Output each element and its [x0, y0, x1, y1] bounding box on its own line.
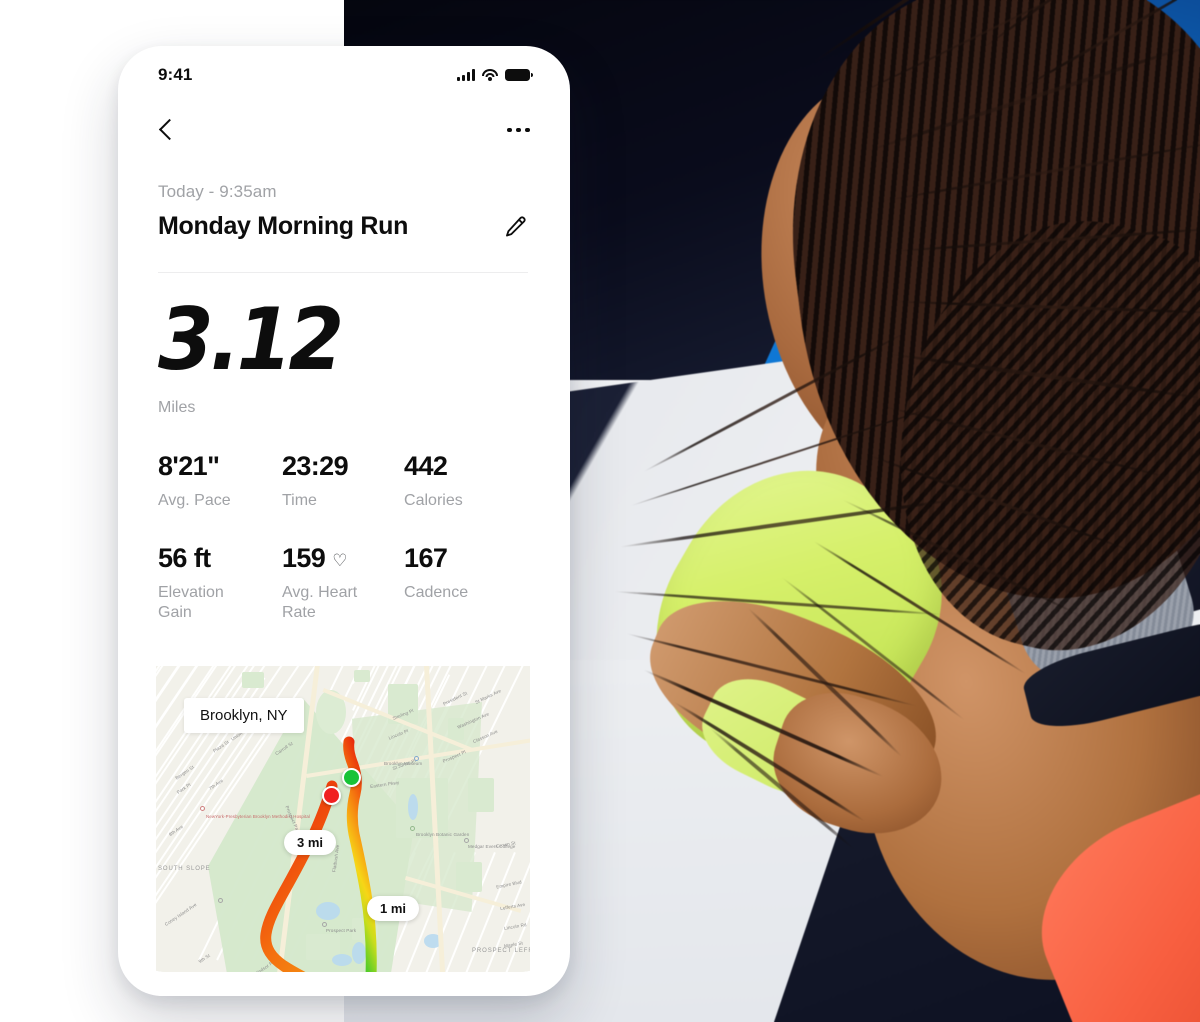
activity-header: Today - 9:35am Monday Morning Run: [128, 182, 558, 241]
activity-title-row: Monday Morning Run: [158, 212, 528, 241]
status-bar-time: 9:41: [158, 65, 192, 85]
distance-pill-3mi: 3 mi: [284, 830, 336, 855]
stat-label: Elevation Gain: [158, 583, 262, 622]
battery-icon: [505, 69, 530, 82]
primary-stat: 3.12 Miles: [128, 299, 558, 417]
stat-calories: 442 Calories: [404, 451, 528, 511]
location-badge: Brooklyn, NY: [184, 698, 304, 733]
stats-row: 8'21" Avg. Pace 23:29 Time 442 Calories: [158, 451, 528, 511]
activity-detail-content: Today - 9:35am Monday Morning Run 3.12 M…: [128, 156, 558, 622]
stat-elevation-gain: 56 ft Elevation Gain: [158, 543, 282, 622]
stat-avg-pace: 8'21" Avg. Pace: [158, 451, 282, 511]
nav-bar: [128, 110, 558, 150]
activity-date: Today - 9:35am: [158, 182, 528, 202]
wifi-icon: [482, 69, 498, 81]
screenshot-root: 9:41 Today - 9:35am Monday Morning Run 3…: [0, 0, 1200, 1022]
route-end-marker: [322, 786, 341, 805]
stat-value: 23:29: [282, 451, 404, 482]
status-bar-icons: [457, 69, 530, 82]
distance-value: 3.12: [158, 299, 502, 382]
stat-label: Avg. Pace: [158, 491, 262, 511]
stat-time: 23:29 Time: [282, 451, 404, 511]
stats-row: 56 ft Elevation Gain 159 ♡ Avg. Heart Ra…: [158, 543, 528, 622]
pencil-icon[interactable]: [502, 214, 528, 240]
cellular-signal-icon: [457, 69, 475, 81]
stat-value: 442: [404, 451, 528, 482]
phone-frame: 9:41 Today - 9:35am Monday Morning Run 3…: [128, 52, 558, 972]
distance-pill-1mi: 1 mi: [367, 896, 419, 921]
activity-title: Monday Morning Run: [158, 212, 408, 241]
stats-grid: 8'21" Avg. Pace 23:29 Time 442 Calories …: [128, 451, 558, 623]
header-divider: [158, 272, 528, 273]
distance-unit: Miles: [158, 399, 528, 417]
stat-label: Calories: [404, 491, 508, 511]
stat-value: 56 ft: [158, 543, 282, 574]
stat-avg-heart-rate: 159 ♡ Avg. Heart Rate: [282, 543, 404, 622]
heart-outline-icon: ♡: [332, 551, 347, 571]
stat-value: 167: [404, 543, 528, 574]
stat-label: Avg. Heart Rate: [282, 583, 386, 622]
stat-label: Cadence: [404, 583, 508, 603]
stat-number: 159: [282, 543, 325, 574]
stat-label: Time: [282, 491, 386, 511]
stat-value: 159 ♡: [282, 543, 404, 574]
ellipsis-icon[interactable]: [505, 122, 532, 139]
route-start-marker: [342, 768, 361, 787]
status-bar: 9:41: [128, 52, 558, 98]
chevron-left-icon[interactable]: [158, 118, 173, 142]
stat-cadence: 167 Cadence: [404, 543, 528, 622]
route-map[interactable]: Prospect Park Brooklyn Museum Brooklyn Bot…: [156, 666, 530, 972]
stat-value: 8'21": [158, 451, 282, 482]
